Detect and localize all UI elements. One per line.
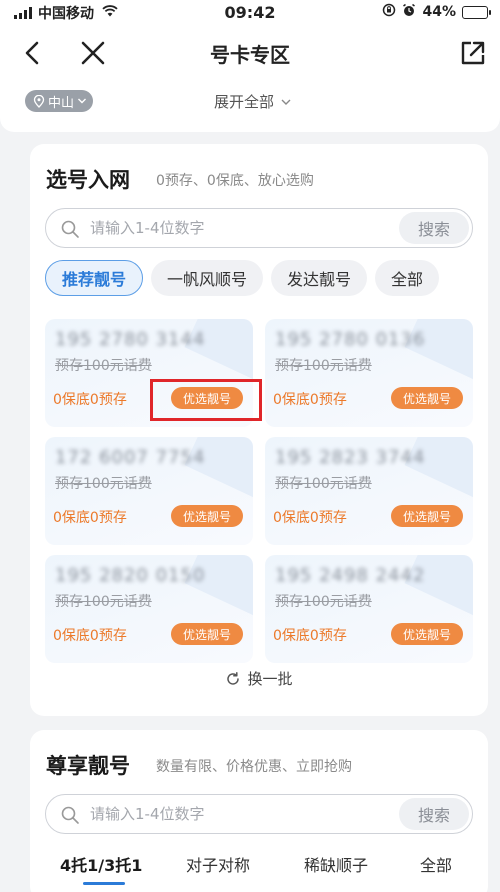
prestore-label: 预存100元话费 (275, 594, 372, 610)
search-button[interactable]: 搜索 (399, 212, 469, 244)
section-subtitle: 数量有限、价格优惠、立即抢购 (156, 759, 352, 775)
premium-badge: 优选靓号 (390, 505, 463, 527)
number-search-bar: 搜索 (45, 208, 473, 248)
phone-number: 195 2780 0136 (275, 329, 426, 350)
guarantee-label: 0保底0预存 (273, 510, 347, 526)
section-title: 选号入网 (46, 168, 130, 192)
select-number-section: 选号入网 0预存、0保底、放心选购 搜索 推荐靓号 一帆风顺号 发达靓号 全部 … (30, 144, 488, 716)
tab-smooth-sailing[interactable]: 一帆风顺号 (151, 260, 264, 296)
tab-rare-sequence[interactable]: 稀缺顺子 (304, 852, 368, 876)
status-icons: 44% (382, 3, 491, 21)
search-icon (61, 220, 79, 238)
tab-all[interactable]: 全部 (420, 852, 452, 876)
search-button[interactable]: 搜索 (399, 798, 469, 830)
section-title: 尊享靓号 (46, 754, 130, 778)
share-icon (461, 41, 485, 65)
status-bar: 中国移动 09:42 44% (0, 0, 500, 24)
search-icon (61, 806, 79, 824)
number-card[interactable]: 195 2780 0136 预存100元话费 0保底0预存 优选靓号 (265, 319, 473, 427)
number-card[interactable]: 195 2823 3744 预存100元话费 0保底0预存 优选靓号 (265, 437, 473, 545)
search-input[interactable] (90, 801, 390, 827)
prestore-label: 预存100元话费 (275, 358, 372, 374)
nav-bar: 号卡专区 (0, 24, 500, 82)
back-button[interactable] (14, 34, 52, 72)
expand-all-label: 展开全部 (214, 93, 275, 111)
category-tabs: 推荐靓号 一帆风顺号 发达靓号 全部 (45, 260, 440, 296)
premium-badge: 优选靓号 (170, 387, 243, 409)
refresh-label: 换一批 (247, 670, 293, 688)
premium-badge: 优选靓号 (170, 623, 243, 645)
guarantee-label: 0保底0预存 (53, 510, 127, 526)
close-icon (81, 41, 105, 65)
number-card[interactable]: 195 2780 3144 预存100元话费 0保底0预存 优选靓号 (45, 319, 253, 427)
refresh-batch-button[interactable]: 换一批 (30, 668, 488, 689)
premium-badge: 优选靓号 (390, 387, 463, 409)
guarantee-label: 0保底0预存 (53, 392, 127, 408)
number-card[interactable]: 172 6007 7754 预存100元话费 0保底0预存 优选靓号 (45, 437, 253, 545)
tab-all[interactable]: 全部 (375, 260, 440, 296)
filter-bar: 中山 展开全部 (0, 82, 500, 132)
active-tab-underline (83, 882, 125, 885)
chevron-down-icon (78, 98, 87, 104)
location-pin-icon (33, 94, 45, 108)
number-card[interactable]: 195 2820 0150 预存100元话费 0保底0预存 优选靓号 (45, 555, 253, 663)
tab-4-1-3-1[interactable]: 4托1/3托1 (60, 852, 142, 876)
expand-all-toggle[interactable]: 展开全部 (214, 91, 292, 112)
number-search-bar: 搜索 (45, 794, 473, 834)
city-label: 中山 (48, 95, 75, 111)
prestore-label: 预存100元话费 (55, 476, 152, 492)
phone-number: 195 2823 3744 (275, 447, 426, 468)
rotation-lock-icon (382, 3, 396, 21)
chevron-left-icon (25, 41, 39, 65)
section-subtitle: 0预存、0保底、放心选购 (156, 173, 314, 189)
guarantee-label: 0保底0预存 (273, 628, 347, 644)
close-button[interactable] (74, 34, 112, 72)
prestore-label: 预存100元话费 (55, 358, 152, 374)
phone-number: 195 2498 2442 (275, 565, 426, 586)
tab-pairs-symmetric[interactable]: 对子对称 (186, 852, 250, 876)
chevron-down-icon (281, 99, 291, 105)
battery-icon (462, 5, 491, 19)
premium-badge: 优选靓号 (390, 623, 463, 645)
search-input[interactable] (90, 215, 390, 241)
phone-number: 195 2820 0150 (55, 565, 206, 586)
refresh-icon (227, 671, 240, 685)
premium-badge: 优选靓号 (170, 505, 243, 527)
city-selector[interactable]: 中山 (25, 90, 94, 112)
alarm-icon (402, 3, 416, 21)
phone-number: 172 6007 7754 (55, 447, 206, 468)
phone-number: 195 2780 3144 (55, 329, 206, 350)
tab-recommended[interactable]: 推荐靓号 (45, 260, 144, 296)
number-card[interactable]: 195 2498 2442 预存100元话费 0保底0预存 优选靓号 (265, 555, 473, 663)
battery-percent: 44% (422, 4, 456, 20)
share-button[interactable] (454, 34, 492, 72)
tab-prosperity[interactable]: 发达靓号 (271, 260, 368, 296)
guarantee-label: 0保底0预存 (53, 628, 127, 644)
premium-number-section: 尊享靓号 数量有限、价格优惠、立即抢购 搜索 4托1/3托1 对子对称 稀缺顺子… (30, 730, 488, 892)
guarantee-label: 0保底0预存 (273, 392, 347, 408)
prestore-label: 预存100元话费 (55, 594, 152, 610)
premium-tabs: 4托1/3托1 对子对称 稀缺顺子 全部 (30, 852, 488, 892)
prestore-label: 预存100元话费 (275, 476, 372, 492)
